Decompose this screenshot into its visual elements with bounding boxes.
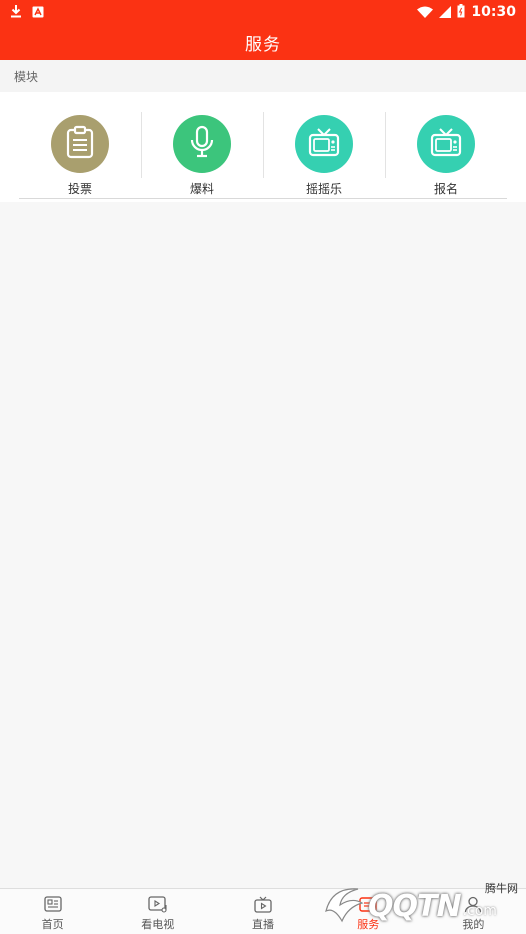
- module-label: 摇摇乐: [305, 182, 342, 196]
- watermark-subtitle: 腾牛网: [485, 882, 518, 895]
- news-icon: [43, 895, 63, 913]
- wifi-icon: [417, 3, 434, 22]
- module-report[interactable]: 爆料: [141, 92, 263, 198]
- watermark-text: QQTN: [368, 888, 462, 924]
- tab-live[interactable]: 直播: [210, 889, 315, 934]
- module-icon-circle: [173, 115, 231, 173]
- module-label: 投票: [67, 182, 92, 196]
- watermark-swirl-icon: [318, 881, 368, 931]
- clipboard-icon: [65, 125, 95, 163]
- module-label: 报名: [433, 182, 458, 196]
- module-grid: 投票 爆料 摇摇乐 报名: [19, 92, 507, 199]
- module-signup[interactable]: 报名: [385, 92, 507, 198]
- title-bar: 服务: [0, 24, 526, 60]
- tv-icon: [430, 127, 462, 161]
- signal-icon: [439, 3, 452, 22]
- tab-label: 看电视: [141, 918, 175, 931]
- module-shake[interactable]: 摇摇乐: [263, 92, 385, 198]
- module-vote[interactable]: 投票: [19, 92, 141, 198]
- tv-icon: [308, 127, 340, 161]
- tab-home[interactable]: 首页: [0, 889, 105, 934]
- status-time: 10:30: [471, 4, 516, 20]
- tv-music-icon: [148, 895, 168, 913]
- section-label: 模块: [14, 69, 39, 84]
- tab-label: 直播: [252, 918, 274, 931]
- app-badge-icon: [32, 3, 44, 22]
- watermark-logo: QQTN .com 腾牛网: [318, 878, 526, 934]
- tab-watch-tv[interactable]: 看电视: [105, 889, 210, 934]
- tab-label: 首页: [41, 918, 64, 931]
- live-icon: [253, 895, 273, 913]
- section-header: 模块: [0, 60, 526, 92]
- module-panel: 投票 爆料 摇摇乐 报名: [0, 92, 526, 202]
- module-icon-circle: [295, 115, 353, 173]
- module-icon-circle: [51, 115, 109, 173]
- content-area: [0, 202, 526, 888]
- page-title: 服务: [245, 34, 281, 55]
- microphone-icon: [189, 125, 215, 163]
- battery-icon: [457, 3, 465, 22]
- module-label: 爆料: [189, 182, 214, 196]
- watermark-domain: .com: [462, 903, 497, 919]
- download-icon: [10, 3, 22, 22]
- status-bar: 10:30: [0, 0, 526, 24]
- module-icon-circle: [417, 115, 475, 173]
